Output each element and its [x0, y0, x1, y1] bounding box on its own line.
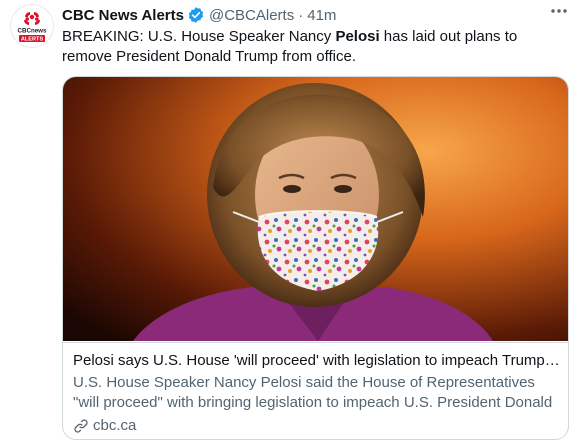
avatar-brand-text: CBCnews [18, 28, 47, 35]
card-title[interactable]: Pelosi says U.S. House 'will proceed' wi… [73, 351, 561, 371]
card-description: U.S. House Speaker Nancy Pelosi said the… [73, 374, 553, 411]
card-image[interactable] [63, 77, 568, 341]
card-body[interactable]: Pelosi says U.S. House 'will proceed' wi… [63, 342, 568, 439]
card-domain-text[interactable]: cbc.ca [93, 416, 136, 436]
verified-badge-icon [188, 7, 204, 23]
cbc-logo: CBCnews ALERTS [10, 4, 54, 48]
header-separator: · [298, 6, 304, 24]
tweet-text-start: BREAKING: U.S. House Speaker Nancy [62, 28, 336, 45]
link-icon [74, 419, 88, 433]
link-card[interactable]: Pelosi says U.S. House 'will proceed' wi… [62, 76, 569, 440]
tweet-text-bold: Pelosi [335, 28, 380, 45]
avatar[interactable]: CBCnews ALERTS [10, 4, 54, 48]
card-domain[interactable]: cbc.ca [73, 416, 136, 436]
author-name[interactable]: CBC News Alerts [62, 7, 184, 24]
more-options-icon[interactable] [548, 4, 570, 18]
tweet[interactable]: CBCnews ALERTS CBC News Alerts @CBCAlert… [0, 0, 576, 446]
tweet-text: BREAKING: U.S. House Speaker Nancy Pelos… [62, 27, 562, 67]
tweet-header: CBC News Alerts @CBCAlerts · 41m [62, 4, 568, 26]
avatar-badge-text: ALERTS [21, 37, 44, 43]
author-handle[interactable]: @CBCAlerts [209, 7, 294, 24]
tweet-timestamp[interactable]: 41m [307, 7, 336, 24]
